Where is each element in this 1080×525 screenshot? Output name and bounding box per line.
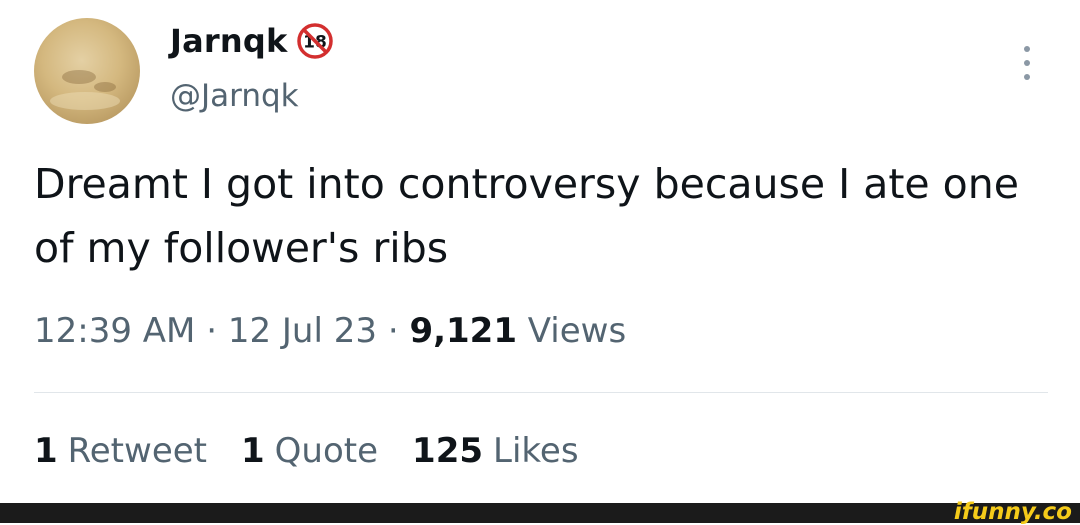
retweets-label: Retweet bbox=[67, 431, 207, 471]
likes-count: 125 bbox=[412, 431, 484, 471]
more-vertical-icon[interactable] bbox=[1012, 46, 1042, 80]
watermark-logo: ifunny.co bbox=[953, 499, 1072, 525]
author-handle[interactable]: @Jarnqk bbox=[170, 78, 299, 114]
tweet-meta: 12:39 AM · 12 Jul 23 · 9,121 Views bbox=[34, 311, 626, 351]
tweet-time[interactable]: 12:39 AM bbox=[34, 311, 195, 351]
engagement-stats: 1 Retweet 1 Quote 125 Likes bbox=[34, 431, 613, 471]
views-label: Views bbox=[527, 311, 627, 351]
avatar[interactable] bbox=[34, 18, 140, 124]
author-name-row: Jarnqk 18 bbox=[170, 22, 334, 60]
quotes-label: Quote bbox=[274, 431, 379, 471]
tweet-text: Dreamt I got into controversy because I … bbox=[34, 160, 1019, 272]
meta-separator: · bbox=[206, 311, 218, 351]
likes-label: Likes bbox=[493, 431, 579, 471]
tweet-date[interactable]: 12 Jul 23 bbox=[228, 311, 377, 351]
quotes-stat[interactable]: 1 Quote bbox=[241, 431, 378, 471]
meta-separator: · bbox=[387, 311, 399, 351]
views-count: 9,121 bbox=[409, 311, 517, 351]
retweets-count: 1 bbox=[34, 431, 58, 471]
quotes-count: 1 bbox=[241, 431, 265, 471]
watermark-bar bbox=[0, 503, 1080, 523]
display-name[interactable]: Jarnqk bbox=[170, 22, 287, 60]
divider bbox=[34, 392, 1048, 393]
likes-stat[interactable]: 125 Likes bbox=[412, 431, 578, 471]
retweets-stat[interactable]: 1 Retweet bbox=[34, 431, 207, 471]
no-under-18-icon: 18 bbox=[297, 23, 334, 59]
